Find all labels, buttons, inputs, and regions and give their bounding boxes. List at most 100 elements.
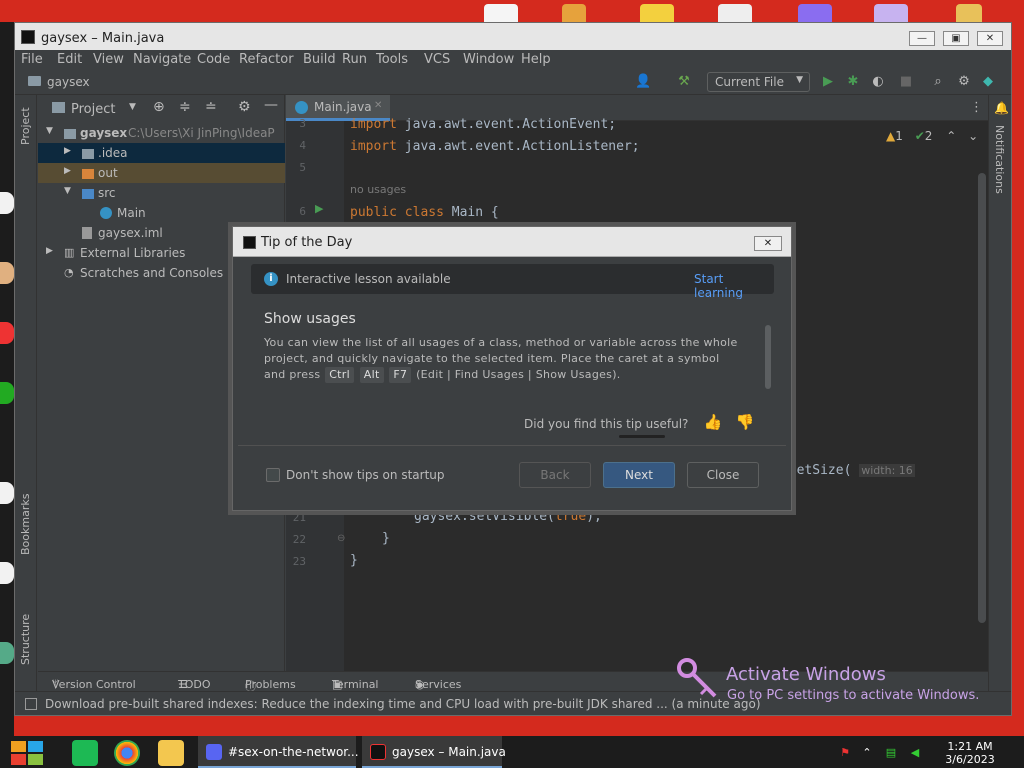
thumbs-up-icon[interactable]: 👍 <box>703 413 723 433</box>
desktop-icon[interactable] <box>798 4 832 22</box>
class-icon <box>100 207 112 219</box>
system-clock[interactable]: 1:21 AM 3/6/2023 <box>940 740 1000 766</box>
gear-icon[interactable]: ⚙ <box>238 99 251 115</box>
run-configuration-select[interactable]: Current File ▼ <box>707 72 810 92</box>
folder-icon <box>64 129 76 139</box>
project-view-label[interactable]: Project <box>71 102 115 117</box>
vertical-scrollbar[interactable] <box>978 173 986 623</box>
dialog-divider <box>238 445 786 446</box>
warning-icon: ▲ <box>886 129 896 143</box>
inspections-widget[interactable]: ▲1 ✔2 ⌃ ⌄ <box>886 129 978 143</box>
chevron-up-icon[interactable]: ⌃ <box>946 129 956 143</box>
desktop-icon[interactable] <box>718 4 752 22</box>
menu-file[interactable]: File <box>21 52 43 67</box>
close-icon[interactable]: ✕ <box>374 100 382 111</box>
chevron-right-icon: ▶ <box>46 246 53 256</box>
menu-run[interactable]: Run <box>342 52 367 67</box>
thumbs-down-icon[interactable]: 👎 <box>735 413 755 433</box>
activation-watermark-text: Go to PC settings to activate Windows. <box>727 688 980 703</box>
collapse-all-icon[interactable]: ≐ <box>205 99 217 115</box>
status-toggle-icon[interactable] <box>25 698 37 710</box>
close-dialog-button[interactable]: Close <box>687 462 759 488</box>
bell-icon[interactable]: 🔔 <box>994 101 1009 115</box>
fold-icon[interactable]: ⊖ <box>337 533 345 544</box>
flag-icon[interactable]: ⚑ <box>838 746 852 759</box>
code-line-23: } <box>350 553 358 568</box>
tree-item-idea[interactable]: ▶ .idea <box>38 143 285 163</box>
tree-label: gaysex.iml <box>98 226 163 240</box>
breadcrumb-project[interactable]: gaysex <box>47 75 90 89</box>
run-icon[interactable]: ▶ <box>821 75 835 89</box>
windows-start-icon[interactable] <box>10 740 44 766</box>
menu-view[interactable]: View <box>93 52 124 67</box>
hide-icon[interactable]: — <box>264 97 278 113</box>
tree-item-out[interactable]: ▶ out <box>38 163 285 183</box>
tree-item-module[interactable]: ▼ gaysex C:\Users\Xi JinPing\IdeaP <box>38 123 285 143</box>
tree-path: C:\Users\Xi JinPing\IdeaP <box>128 126 275 140</box>
more-options-icon[interactable]: ⋮ <box>970 100 983 115</box>
tab-bookmarks-tool[interactable]: Bookmarks <box>19 494 32 555</box>
lesson-banner: i Interactive lesson available Start lea… <box>251 264 774 300</box>
status-message[interactable]: Download pre-built shared indexes: Reduc… <box>45 697 761 711</box>
menu-edit[interactable]: Edit <box>57 52 82 67</box>
expand-all-icon[interactable]: ≑ <box>179 99 191 115</box>
tree-item-src[interactable]: ▼ src <box>38 183 285 203</box>
tree-label: src <box>98 186 116 200</box>
ide-logo-icon[interactable]: ◆ <box>981 75 995 89</box>
chevron-right-icon: ▶ <box>64 166 71 176</box>
menu-refactor[interactable]: Refactor <box>239 52 294 67</box>
spotify-icon[interactable] <box>72 740 98 766</box>
tab-notifications-tool[interactable]: Notifications <box>993 125 1006 194</box>
maximize-button[interactable]: ▣ <box>943 31 969 46</box>
menu-build[interactable]: Build <box>303 52 336 67</box>
usages-hint[interactable]: no usages <box>350 183 406 196</box>
user-icon[interactable]: 👤 <box>635 75 651 89</box>
desktop-icon[interactable] <box>874 4 908 22</box>
menu-vcs[interactable]: VCS <box>424 52 450 67</box>
tree-item-main[interactable]: Main <box>38 203 285 223</box>
dont-show-checkbox[interactable] <box>266 468 280 482</box>
run-gutter-icon[interactable]: ▶ <box>315 202 323 215</box>
tree-label: Main <box>117 206 146 220</box>
chevron-down-icon[interactable]: ⌄ <box>968 129 978 143</box>
dialog-close-button[interactable]: ✕ <box>754 236 782 251</box>
menu-help[interactable]: Help <box>521 52 551 67</box>
volume-icon[interactable]: ◀ <box>908 746 922 759</box>
build-hammer-icon[interactable]: ⚒ <box>677 75 691 89</box>
stop-icon[interactable]: ■ <box>899 75 913 89</box>
chrome-icon[interactable] <box>114 740 140 766</box>
chevron-down-icon[interactable]: ▼ <box>129 102 136 112</box>
menu-window[interactable]: Window <box>463 52 514 67</box>
close-button[interactable]: ✕ <box>977 31 1003 46</box>
tip-scrollbar[interactable] <box>765 325 771 389</box>
desktop-icon[interactable] <box>562 4 586 22</box>
search-icon[interactable]: ⌕ <box>931 75 945 89</box>
file-explorer-icon[interactable] <box>158 740 184 766</box>
coverage-icon[interactable]: ◐ <box>871 75 885 89</box>
desktop-icon[interactable] <box>640 4 674 22</box>
network-icon[interactable]: ▤ <box>884 746 898 759</box>
desktop-icon[interactable] <box>956 4 982 22</box>
back-button[interactable]: Back <box>519 462 591 488</box>
menu-code[interactable]: Code <box>197 52 230 67</box>
debug-icon[interactable]: ✱ <box>846 75 860 89</box>
chevron-up-icon[interactable]: ⌃ <box>860 746 874 759</box>
lesson-text: Interactive lesson available <box>286 272 451 286</box>
menu-navigate[interactable]: Navigate <box>133 52 191 67</box>
tab-structure-tool[interactable]: Structure <box>19 614 32 665</box>
start-learning-link[interactable]: Start learning <box>694 272 774 300</box>
gear-icon[interactable]: ⚙ <box>957 75 971 89</box>
next-button[interactable]: Next <box>603 462 675 488</box>
tab-project-tool[interactable]: Project <box>19 107 32 145</box>
minimize-button[interactable]: — <box>909 31 935 46</box>
taskbar-item-discord[interactable]: #sex-on-the-networ... <box>198 736 359 768</box>
tree-label: External Libraries <box>80 246 186 260</box>
dialog-body: i Interactive lesson available Start lea… <box>238 257 786 507</box>
locate-icon[interactable]: ⊕ <box>153 99 165 115</box>
menu-tools[interactable]: Tools <box>376 52 408 67</box>
run-config-label: Current File <box>715 75 784 89</box>
taskbar: #sex-on-the-networ... gaysex – Main.java… <box>0 736 1024 768</box>
desktop-icon[interactable] <box>484 4 518 22</box>
dont-show-label[interactable]: Don't show tips on startup <box>286 468 445 482</box>
taskbar-item-intellij[interactable]: gaysex – Main.java <box>362 736 506 768</box>
